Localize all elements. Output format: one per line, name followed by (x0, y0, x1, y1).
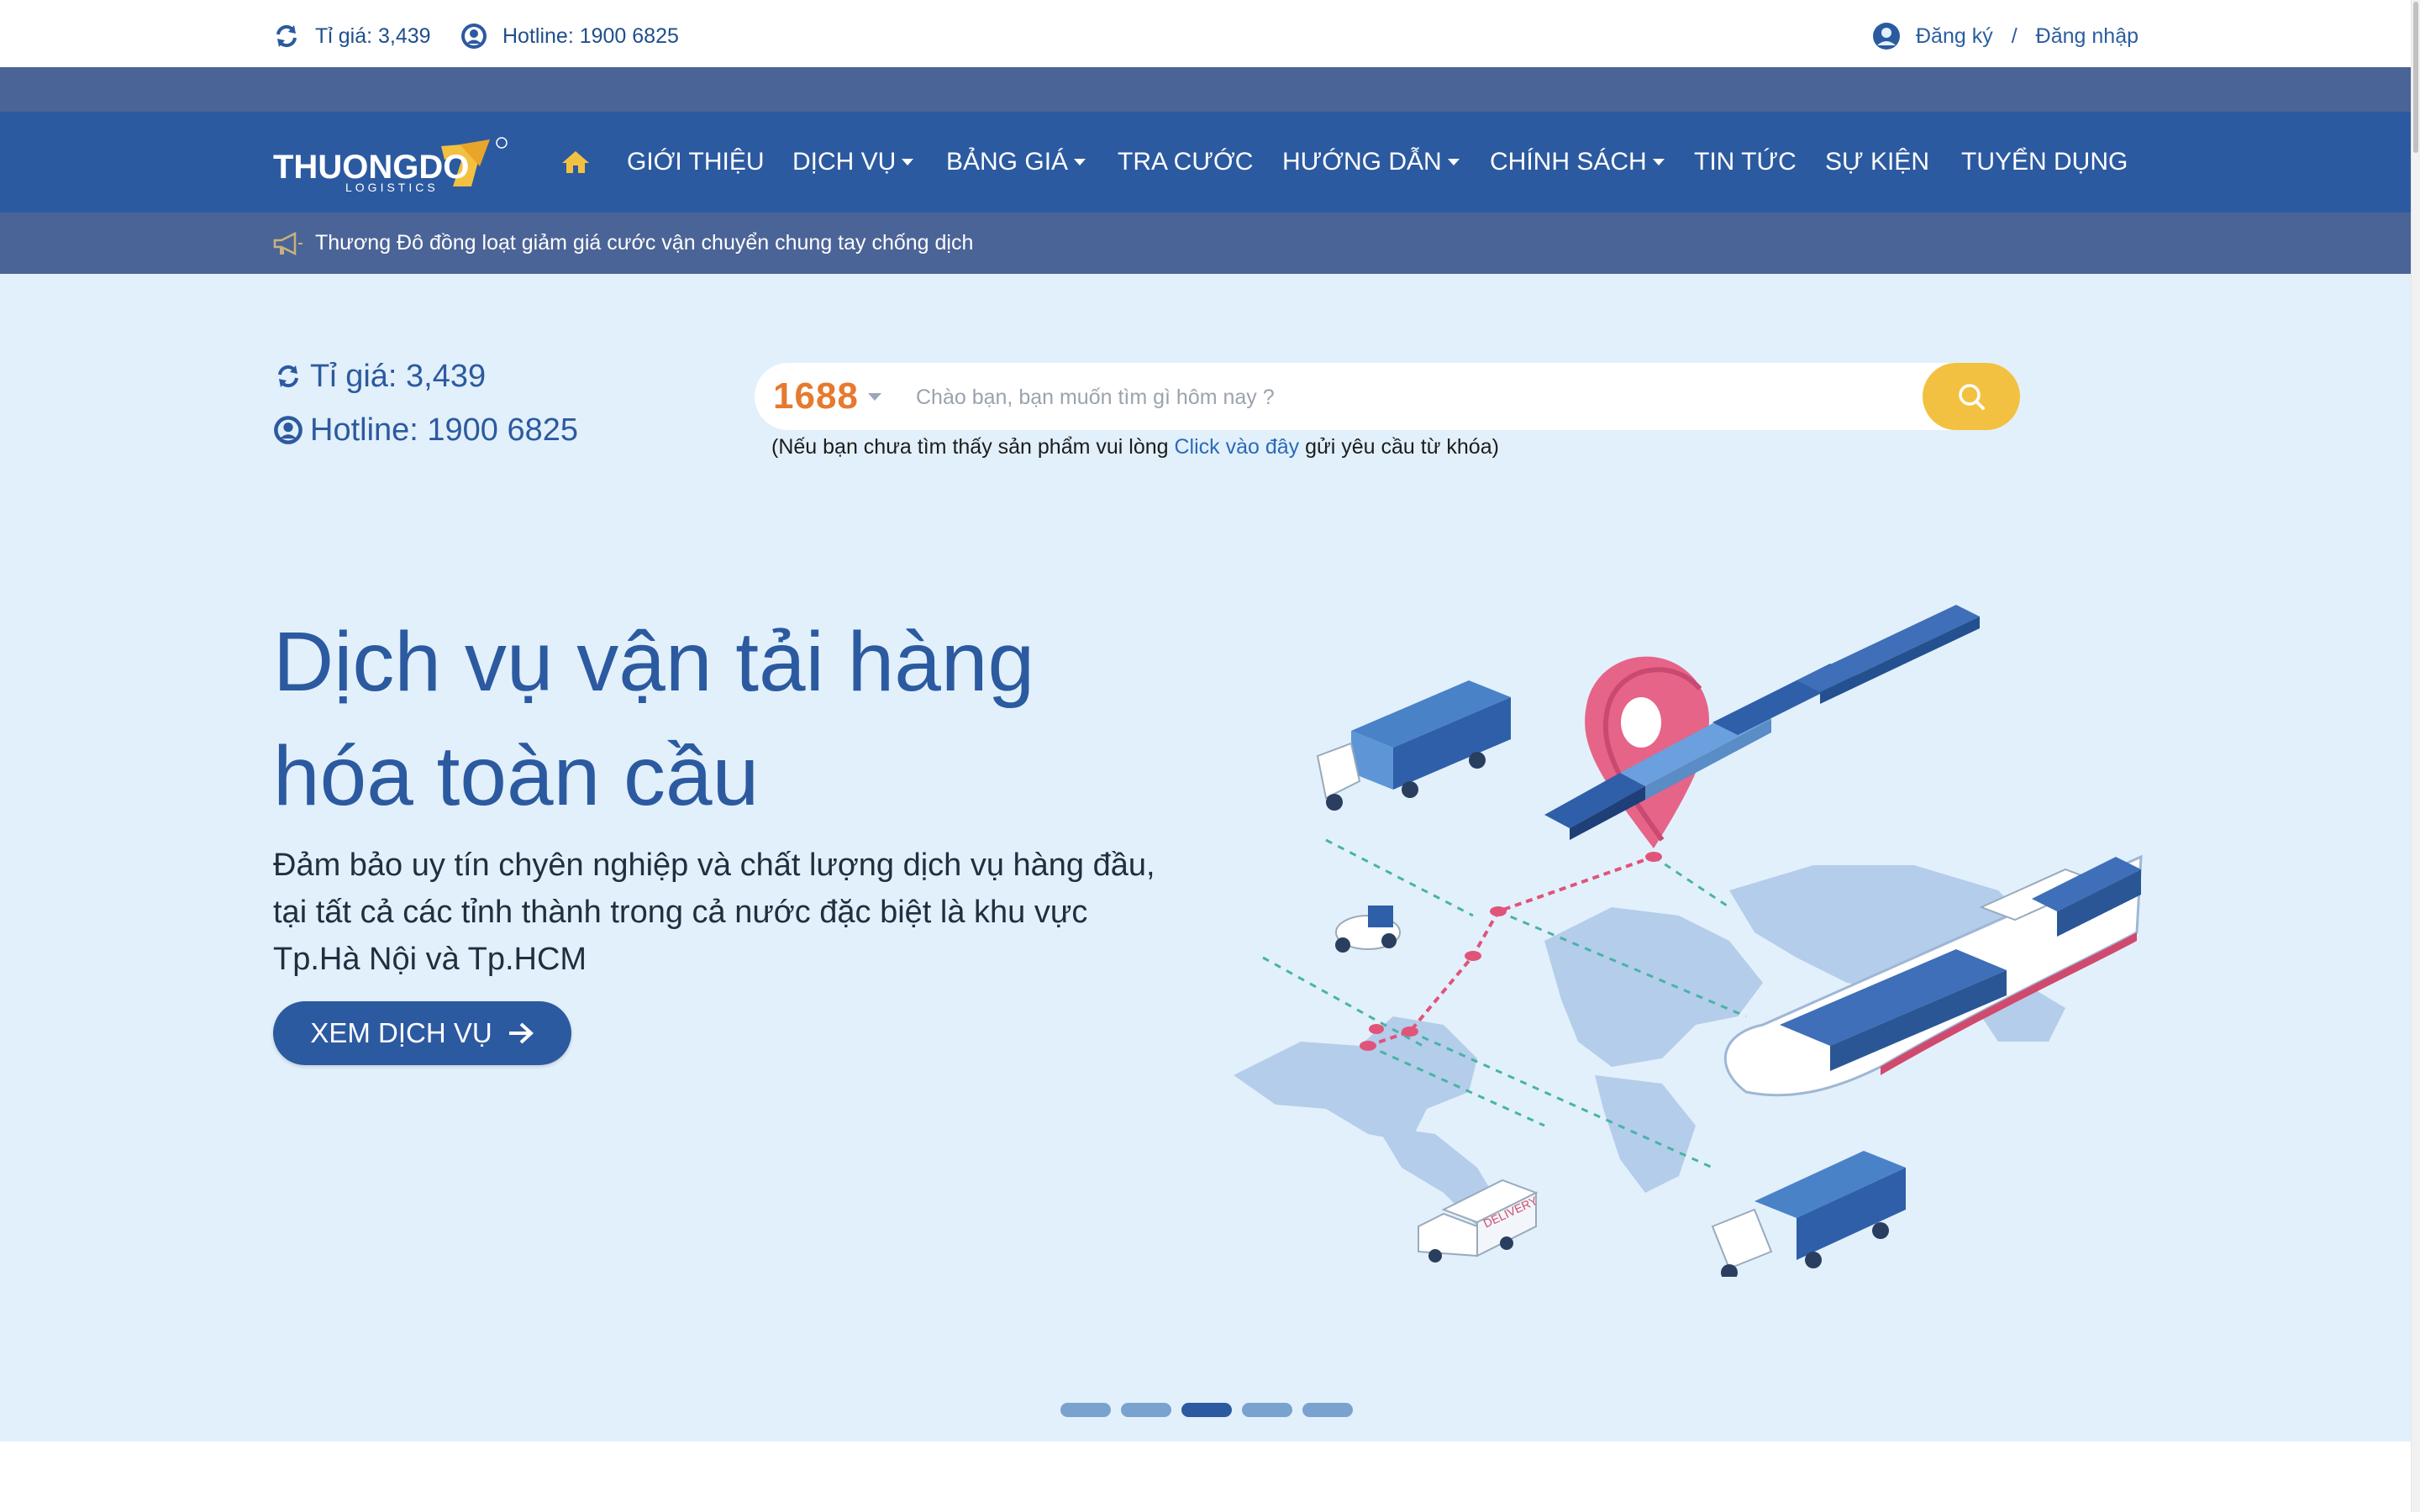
auth-links: Đăng ký / Đăng nhập (1872, 0, 2139, 72)
site-selector[interactable]: 1688 (773, 363, 859, 430)
hint-text-after: gửi yêu cầu từ khóa) (1299, 435, 1499, 459)
slider-dot[interactable] (1060, 1403, 1111, 1417)
scooter (1335, 906, 1401, 953)
slider-dot-active[interactable] (1181, 1403, 1232, 1417)
hero-desc-line: Đảm bảo uy tín chyên nghiệp và chất lượn… (273, 848, 1155, 883)
announcement-text: Thương Đô đồng loạt giảm giá cước vận ch… (315, 231, 974, 255)
nav-chinh-sach[interactable]: CHÍNH SÁCH (1490, 112, 1665, 213)
nav-huong-dan[interactable]: HƯỚNG DẪN (1282, 112, 1460, 213)
nav-label: BẢNG GIÁ (946, 148, 1069, 176)
auth-separator: / (2011, 24, 2018, 48)
login-link[interactable]: Đăng nhập (2036, 24, 2139, 49)
search-button[interactable] (1923, 363, 2020, 430)
nav-label: TUYỂN DỤNG (1961, 148, 2128, 176)
hero-title-line: hóa toàn cầu (273, 729, 760, 823)
top-bar: Tỉ giá: 3,439 Hotline: 1900 6825 Đăng ký… (0, 0, 2412, 67)
search-input[interactable] (914, 375, 1808, 420)
nav-label: GIỚI THIỆU (627, 148, 765, 176)
user-circle-icon (461, 24, 487, 49)
nav-home[interactable] (561, 112, 590, 213)
nav-label: HƯỚNG DẪN (1282, 148, 1442, 176)
refresh-icon (276, 24, 297, 48)
slider-dot[interactable] (1242, 1403, 1292, 1417)
hero-title-line: Dịch vụ vận tải hàng (273, 615, 1035, 709)
hint-text-before: (Nếu bạn chưa tìm thấy sản phẩm vui lòng (771, 435, 1175, 459)
nav-label: CHÍNH SÁCH (1490, 148, 1647, 176)
caret-down-icon (1652, 159, 1665, 165)
search-icon (1959, 384, 1985, 410)
chevron-down-icon[interactable] (868, 393, 881, 401)
hero-hotline[interactable]: Hotline: 1900 6825 (273, 407, 578, 454)
nav-tin-tuc[interactable]: TIN TỨC (1694, 112, 1797, 213)
hero-rate-text: Tỉ giá: 3,439 (310, 358, 487, 394)
refresh-icon (278, 365, 298, 388)
hero-desc-line: Tp.Hà Nội và Tp.HCM (273, 942, 587, 977)
logistics-illustration: DELIVERY (1234, 605, 2143, 1277)
nav-tuyen-dung[interactable]: TUYỂN DỤNG (1961, 112, 2128, 213)
nav-label: TRA CƯỚC (1118, 148, 1254, 176)
nav-su-kien[interactable]: SỰ KIỆN (1825, 112, 1929, 213)
register-link[interactable]: Đăng ký (1916, 24, 1993, 49)
page-scrollbar[interactable] (2411, 0, 2420, 1512)
hero-rate: Tỉ giá: 3,439 (273, 353, 486, 400)
top-hotline-text: Hotline: 1900 6825 (502, 24, 679, 48)
nav-label: DỊCH VỤ (792, 148, 897, 176)
hero-desc-line: tại tất cả các tỉnh thành trong cả nước … (273, 895, 1088, 930)
scrollbar-thumb[interactable] (2413, 2, 2418, 153)
caret-down-icon (902, 159, 914, 165)
caret-down-icon (1074, 159, 1086, 165)
hero-description: Đảm bảo uy tín chyên nghiệp và chất lượn… (273, 842, 1214, 983)
nav-label: SỰ KIỆN (1825, 148, 1929, 176)
nav-bang-gia[interactable]: BẢNG GIÁ (946, 112, 1086, 213)
search-bar: 1688 (755, 363, 2020, 430)
top-hotline[interactable]: Hotline: 1900 6825 (460, 0, 679, 72)
hero-hotline-text: Hotline: 1900 6825 (310, 412, 579, 448)
request-keyword-link[interactable]: Click vào đây (1175, 435, 1300, 459)
delivery-van: DELIVERY (1418, 1179, 1540, 1263)
logo-mark-icon: THUONGDO LOGISTICS (273, 137, 508, 194)
site-logo[interactable]: THUONGDO LOGISTICS (273, 134, 513, 195)
hero-title: Dịch vụ vận tải hàng hóa toàn cầu (273, 605, 1214, 833)
slider-dot[interactable] (1121, 1403, 1171, 1417)
nav-gioi-thieu[interactable]: GIỚI THIỆU (627, 112, 765, 213)
cta-label: XEM DỊCH VỤ (310, 1017, 492, 1048)
nav-tra-cuoc[interactable]: TRA CƯỚC (1118, 112, 1253, 213)
slider-dot[interactable] (1302, 1403, 1353, 1417)
nav-dich-vu[interactable]: DỊCH VỤ (792, 112, 914, 213)
logo-subtext: LOGISTICS (345, 181, 439, 194)
slider-dots (1060, 1403, 1363, 1417)
view-services-button[interactable]: XEM DỊCH VỤ (273, 1001, 571, 1065)
home-icon (562, 151, 589, 173)
account-icon (1873, 23, 1900, 50)
arrow-right-icon (508, 1022, 534, 1044)
top-rate: Tỉ giá: 3,439 (273, 0, 431, 72)
truck-top-left (1316, 680, 1511, 811)
caret-down-icon (1447, 159, 1460, 165)
truck-bottom-right (1711, 1151, 1906, 1277)
megaphone-icon (273, 231, 302, 255)
top-rate-text: Tỉ giá: 3,439 (315, 24, 431, 48)
nav-label: TIN TỨC (1694, 148, 1797, 176)
user-circle-icon (274, 416, 302, 444)
announcement-bar[interactable]: Thương Đô đồng loạt giảm giá cước vận ch… (273, 213, 973, 274)
search-hint: (Nếu bạn chưa tìm thấy sản phẩm vui lòng… (771, 435, 1499, 459)
